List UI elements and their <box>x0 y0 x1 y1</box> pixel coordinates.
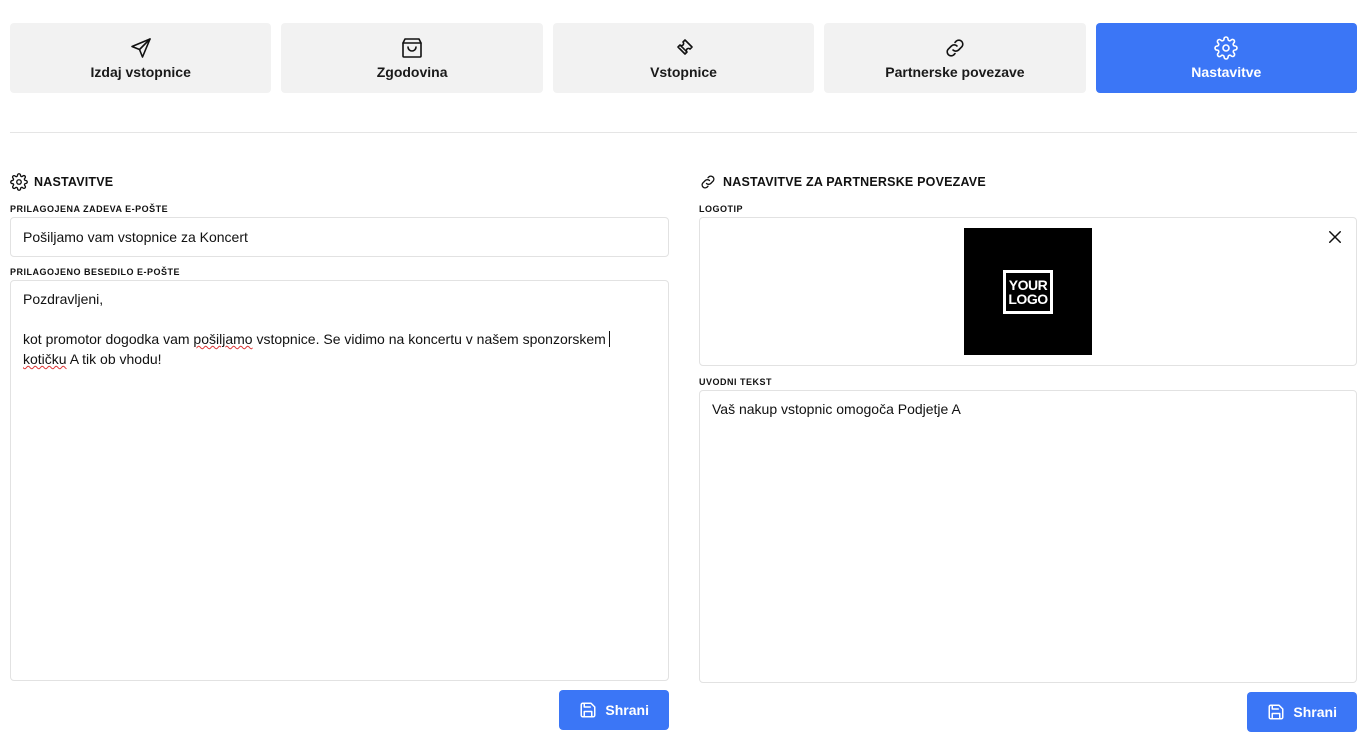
save-icon <box>579 701 597 719</box>
body-line-4b: A tik ob vhodu! <box>66 351 162 367</box>
logo-image: YOUR LOGO <box>964 228 1092 355</box>
tab-label: Zgodovina <box>376 64 448 80</box>
save-icon <box>1267 703 1285 721</box>
body-line-3a: kot promotor dogodka vam <box>23 331 194 347</box>
save-label: Shrani <box>605 702 649 718</box>
partner-settings-title: NASTAVITVE ZA PARTNERSKE POVEZAVE <box>699 172 1357 192</box>
settings-panel: NASTAVITVE PRILAGOJENA ZADEVA E-POŠTE PR… <box>10 172 669 730</box>
text-cursor <box>608 331 610 347</box>
logo-upload[interactable]: YOUR LOGO <box>699 217 1357 366</box>
tab-partnerske-povezave[interactable]: Partnerske povezave <box>824 23 1086 93</box>
save-button[interactable]: Shrani <box>559 690 669 730</box>
tab-vstopnice[interactable]: Vstopnice <box>552 23 815 93</box>
save-row: Shrani <box>699 692 1357 732</box>
tab-label: Vstopnice <box>650 64 717 80</box>
intro-label: UVODNI TEKST <box>699 377 773 387</box>
shopping-bag-icon <box>400 36 424 60</box>
gear-icon <box>1214 36 1239 60</box>
spell-word: pošiljamo <box>193 331 253 347</box>
settings-title-text: NASTAVITVE <box>34 175 114 189</box>
logo-label: LOGOTIP <box>699 204 743 214</box>
main-tabs: Izdaj vstopnice Zgodovina Vstopnice Part… <box>10 23 1358 93</box>
body-label: PRILAGOJENO BESEDILO E-POŠTE <box>10 267 181 277</box>
close-icon <box>1326 228 1344 246</box>
tab-label: Izdaj vstopnice <box>90 64 191 80</box>
intro-text: Vaš nakup vstopnic omogoča Podjetje A <box>712 401 961 417</box>
save-button[interactable]: Shrani <box>1247 692 1357 732</box>
body-line-1: Pozdravljeni, <box>23 291 104 307</box>
gear-icon <box>10 173 28 191</box>
link-icon <box>943 36 967 60</box>
tab-label: Nastavitve <box>1191 64 1262 80</box>
divider <box>10 132 1357 133</box>
remove-logo-button[interactable] <box>1326 228 1344 246</box>
tab-nastavitve[interactable]: Nastavitve <box>1095 23 1358 93</box>
subject-label: PRILAGOJENA ZADEVA E-POŠTE <box>10 204 169 214</box>
settings-title: NASTAVITVE <box>10 172 669 192</box>
email-body-textarea[interactable]: Pozdravljeni, kot promotor dogodka vam p… <box>10 280 669 681</box>
intro-textarea[interactable]: Vaš nakup vstopnic omogoča Podjetje A <box>699 390 1357 683</box>
send-icon <box>129 36 153 60</box>
logo-frame: YOUR LOGO <box>1003 269 1053 314</box>
partner-settings-title-text: NASTAVITVE ZA PARTNERSKE POVEZAVE <box>723 175 986 189</box>
body-line-3b: vstopnice. Se vidimo na koncertu v našem… <box>252 331 606 347</box>
logo-text-your: YOUR <box>1008 276 1048 293</box>
email-subject-input[interactable] <box>10 217 669 257</box>
partner-settings-panel: NASTAVITVE ZA PARTNERSKE POVEZAVE LOGOTI… <box>699 172 1357 732</box>
save-label: Shrani <box>1293 704 1337 720</box>
spell-word: kotičku <box>23 351 67 367</box>
tab-zgodovina[interactable]: Zgodovina <box>281 23 543 93</box>
save-row: Shrani <box>10 690 669 730</box>
tab-izdaj-vstopnice[interactable]: Izdaj vstopnice <box>10 23 272 93</box>
link-icon <box>699 173 717 191</box>
logo-text-logo: LOGO <box>1008 290 1048 307</box>
ticket-icon <box>672 36 696 60</box>
tab-label: Partnerske povezave <box>885 64 1025 80</box>
